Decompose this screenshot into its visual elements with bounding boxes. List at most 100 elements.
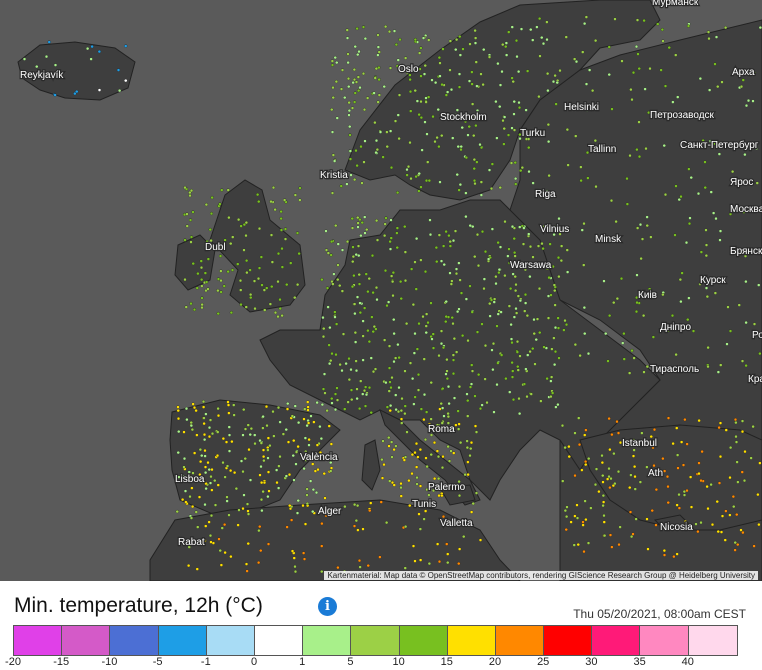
weather-map[interactable]: • • • • • • • • • • • • • • • • • • • • • • • • • • • • • • • • • • • • • • • •… (0, 0, 762, 581)
observation-glyph: • (247, 445, 251, 456)
observation-glyph: • (628, 151, 632, 162)
observation-glyph: • (468, 122, 472, 133)
observation-glyph: • (585, 80, 589, 91)
map-attribution[interactable]: Kartenmaterial: Map data © OpenStreetMap… (324, 571, 758, 580)
observation-glyph: • (661, 37, 665, 48)
observation-glyph: • (425, 310, 429, 321)
observation-glyph: • (735, 458, 739, 469)
observation-glyph: • (711, 520, 715, 531)
observation-glyph: • (306, 406, 310, 417)
legend-title: Min. temperature, 12h (°C) (14, 594, 263, 617)
observation-glyph: • (438, 557, 442, 568)
observation-glyph: • (473, 176, 477, 187)
observation-glyph: • (259, 546, 263, 557)
city-label: Tunis (412, 499, 436, 510)
timestamp: Thu 05/20/2021, 08:00am CEST (573, 607, 746, 621)
observation-glyph: • (302, 549, 306, 560)
observation-glyph: • (575, 57, 579, 68)
observation-glyph: • (428, 176, 432, 187)
observation-glyph: • (427, 35, 431, 46)
observation-glyph: • (306, 499, 310, 510)
observation-glyph: • (191, 208, 195, 219)
observation-glyph: • (378, 47, 382, 58)
observation-glyph: • (645, 515, 649, 526)
observation-glyph: • (377, 75, 381, 86)
observation-glyph: • (699, 74, 703, 85)
observation-glyph: • (583, 430, 587, 441)
observation-glyph: • (223, 548, 227, 559)
observation-glyph: • (725, 425, 729, 436)
observation-glyph: • (185, 415, 189, 426)
observation-glyph: • (227, 510, 231, 521)
observation-glyph: • (438, 72, 442, 83)
observation-glyph: • (483, 375, 487, 386)
observation-glyph: • (480, 143, 484, 154)
observation-glyph: • (378, 90, 382, 101)
observation-glyph: • (648, 64, 652, 75)
observation-glyph: • (453, 393, 457, 404)
observation-glyph: • (383, 82, 387, 93)
observation-glyph: • (687, 294, 691, 305)
observation-glyph: • (90, 42, 94, 53)
observation-glyph: • (718, 478, 722, 489)
observation-glyph: • (216, 451, 220, 462)
observation-glyph: • (531, 36, 535, 47)
scale-tick-label: 20 (488, 656, 502, 668)
observation-glyph: • (354, 337, 358, 348)
map-canvas[interactable]: • • • • • • • • • • • • • • • • • • • • • • • • • • • • • • • • • • • • • • • •… (0, 0, 762, 581)
observation-glyph: • (239, 285, 243, 296)
observation-glyph: • (223, 281, 227, 292)
observation-glyph: • (747, 96, 751, 107)
observation-glyph: • (118, 86, 122, 97)
observation-glyph: • (726, 302, 730, 313)
observation-glyph: • (294, 191, 298, 202)
observation-glyph: • (392, 329, 396, 340)
observation-glyph: • (260, 280, 264, 291)
observation-glyph: • (210, 193, 214, 204)
observation-glyph: • (502, 139, 506, 150)
observation-glyph: • (758, 459, 762, 470)
observation-glyph: • (720, 77, 724, 88)
observation-glyph: • (707, 28, 711, 39)
observation-glyph: • (404, 53, 408, 64)
color-swatch (110, 626, 159, 655)
observation-glyph: • (225, 492, 229, 503)
observation-glyph: • (269, 197, 273, 208)
observation-glyph: • (514, 174, 518, 185)
observation-glyph: • (396, 188, 400, 199)
observation-glyph: • (625, 174, 629, 185)
observation-glyph: • (383, 220, 387, 231)
observation-glyph: • (458, 276, 462, 287)
observation-glyph: • (380, 497, 384, 508)
observation-glyph: • (587, 454, 591, 465)
info-icon[interactable]: i (318, 597, 337, 616)
observation-glyph: • (318, 422, 322, 433)
observation-glyph: • (435, 243, 439, 254)
observation-glyph: • (581, 48, 585, 59)
observation-glyph: • (548, 239, 552, 250)
observation-glyph: • (370, 354, 374, 365)
observation-glyph: • (608, 311, 612, 322)
scale-tick-label: -1 (200, 656, 211, 668)
observation-glyph: • (692, 327, 696, 338)
observation-glyph: • (741, 416, 745, 427)
observation-glyph: • (260, 506, 264, 517)
observation-glyph: • (242, 405, 246, 416)
observation-glyph: • (348, 106, 352, 117)
observation-glyph: • (519, 296, 523, 307)
observation-glyph: • (729, 327, 733, 338)
observation-glyph: • (591, 86, 595, 97)
observation-glyph: • (479, 535, 483, 546)
observation-glyph: • (184, 497, 188, 508)
observation-glyph: • (330, 105, 334, 116)
observation-glyph: • (676, 92, 680, 103)
observation-glyph: • (546, 86, 550, 97)
observation-glyph: • (613, 479, 617, 490)
observation-glyph: • (351, 282, 355, 293)
observation-glyph: • (666, 482, 670, 493)
observation-glyph: • (189, 299, 193, 310)
observation-glyph: • (515, 309, 519, 320)
observation-glyph: • (475, 488, 479, 499)
observation-glyph: • (613, 15, 617, 26)
observation-glyph: • (425, 328, 429, 339)
